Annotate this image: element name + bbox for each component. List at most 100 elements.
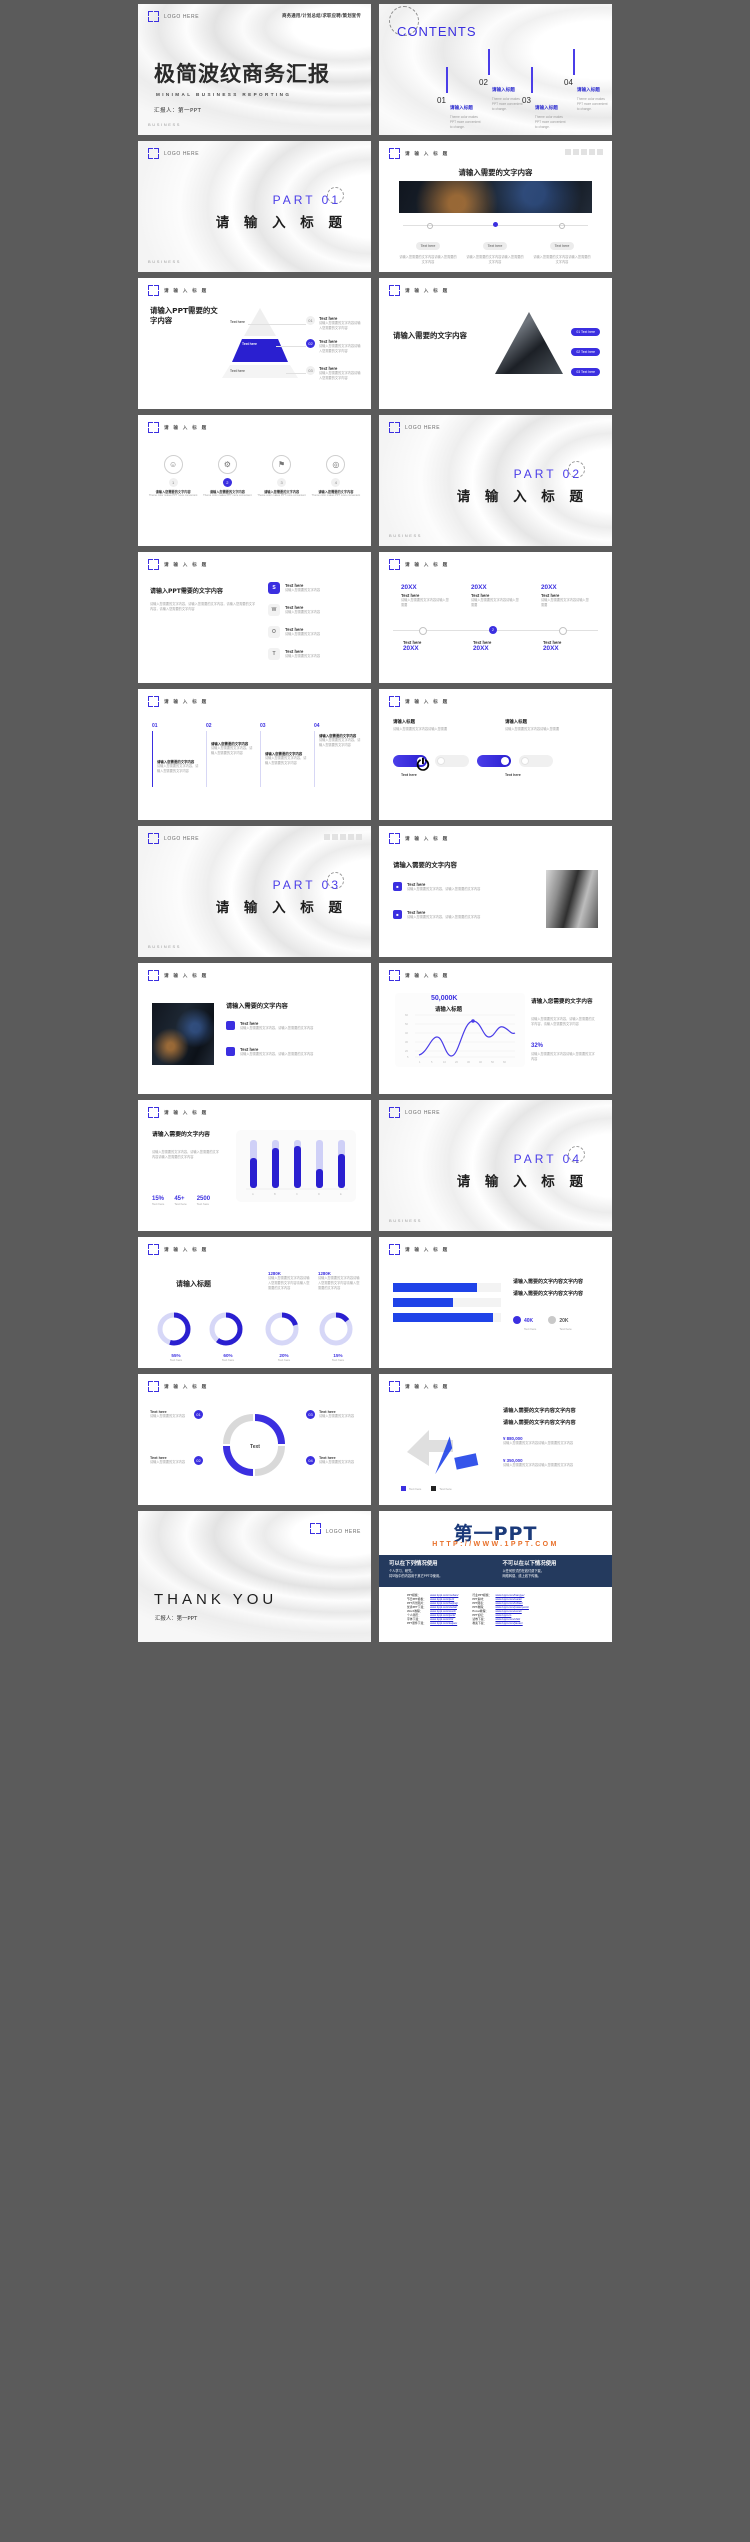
slide-photo-list[interactable]: 请 输 入 标 题 请输入需要的文字内容 Text here 请输入您需要的文字…	[138, 963, 371, 1094]
contents-item-1[interactable]: 01 请输入标题 Theme color makes PPT more conv…	[437, 96, 483, 129]
tag-3[interactable]: 03 Text here	[571, 368, 600, 376]
icon-item-2[interactable]: ⚙ 2 请输入您需要的文字内容 Theme color makes PPT mo…	[201, 455, 253, 498]
toggle-row[interactable]: ⏻	[393, 755, 553, 774]
step-item-1[interactable]: 01 请输入您需要的文字内容 请输入您需要的文字内容，请输入您需要的文字内容	[152, 723, 200, 787]
step-item-4[interactable]: 04 请输入您需要的文字内容 请输入您需要的文字内容，请输入您需要的文字内容	[314, 723, 362, 787]
slide-hbar[interactable]: 请 输 入 标 题 请输入需要的文字内容文字内容 请输入需要的文字内容文字内容 …	[379, 1237, 612, 1368]
timeline-bottom-2[interactable]: Text here 20XX	[473, 640, 521, 652]
cycle-number: 02	[194, 1456, 203, 1465]
slide-steps[interactable]: 请 输 入 标 题 01 请输入您需要的文字内容 请输入您需要的文字内容，请输入…	[138, 689, 371, 820]
contents-item-2[interactable]: 02 请输入标题 Theme color makes PPT more conv…	[479, 78, 525, 111]
cycle-item-3[interactable]: 03 Text here 请输入您需要的文字内容	[306, 1410, 359, 1419]
swot-item-w[interactable]: W Text here 请输入您需要的文字内容	[268, 604, 347, 616]
slide-triangle-photo[interactable]: 请 输 入 标 题 请输入需要的文字内容 01 Text here 02 Tex…	[379, 278, 612, 409]
slide-donuts[interactable]: 请 输 入 标 题 请输入标题 1280K 请输入您需要的文字内容请输入您需要的…	[138, 1237, 371, 1368]
list-item-2[interactable]: Text here 请输入您需要的文字内容，请输入您需要的文字内容	[226, 1047, 338, 1057]
timeline-top-1[interactable]: 20XX Text here 请输入您需要的文字内容请输入您需要	[401, 584, 451, 608]
donut-item-1[interactable]: 55% Text here	[164, 1353, 188, 1362]
tag-list[interactable]: 01 Text here 02 Text here 03 Text here	[571, 320, 600, 378]
step-item-2[interactable]: 02 请输入您需要的文字内容 请输入您需要的文字内容，请输入您需要的文字内容	[206, 723, 254, 787]
header-block: 请 输 入 标 题	[389, 285, 602, 296]
toggle-switch-2[interactable]	[435, 755, 469, 767]
logo-block: LOGO HERE	[389, 422, 602, 433]
row-desc: 请输入您需要的文字内容请输入您需要的文字内容	[319, 371, 361, 380]
cycle-item-4[interactable]: 04 Text here 请输入您需要的文字内容	[306, 1456, 359, 1465]
list-item-1[interactable]: Text here 请输入您需要的文字内容，请输入您需要的文字内容	[226, 1021, 338, 1031]
toggle-switch-3[interactable]	[477, 755, 511, 767]
city-card-2[interactable]: Text here 请输入您需要的文字内容请输入您需要的文字内容	[466, 234, 524, 265]
slide-thank-you[interactable]: LOGO HERE THANK YOU 汇报人：第一PPT	[138, 1511, 371, 1642]
logo-label: LOGO HERE	[164, 835, 200, 842]
icon-item-1[interactable]: ☺ 1 请输入您需要的文字内容 Theme color makes PPT mo…	[147, 455, 199, 498]
pyramid-row-3[interactable]: 03 Text here 请输入您需要的文字内容请输入您需要的文字内容	[306, 366, 363, 381]
slide-city-cards[interactable]: 请 输 入 标 题 请输入需要的文字内容 Text here 请输入您需要的文字…	[379, 141, 612, 272]
slide-copyright[interactable]: 第一PPT HTTP://WWW.1PPT.COM 可以在下列情况使用 个人学习…	[379, 1511, 612, 1642]
toggle-switch-4[interactable]	[519, 755, 553, 767]
bracket-icon	[148, 1107, 159, 1118]
item-desc: 请输入您需要的文字内容，请输入您需要的文字内容	[240, 1026, 314, 1030]
tag-1[interactable]: 01 Text here	[571, 328, 600, 336]
step-desc: 请输入您需要的文字内容，请输入您需要的文字内容	[157, 764, 199, 773]
tag-2[interactable]: 02 Text here	[571, 348, 600, 356]
timeline-top-2[interactable]: 20XX Text here 请输入您需要的文字内容请输入您需要	[471, 584, 521, 608]
slide-contents[interactable]: CONTENTS 01 请输入标题 Theme color makes PPT …	[379, 4, 612, 135]
slide-part-04[interactable]: LOGO HERE PART 04 请 输 入 标 题 BUSINESS	[379, 1100, 612, 1231]
bracket-icon	[389, 833, 400, 844]
list-item-2[interactable]: ■ Text here 请输入您需要的文字内容，请输入您需要的文字内容	[393, 910, 487, 920]
donut-item-3[interactable]: 20% Text here	[272, 1353, 296, 1362]
contents-item-4[interactable]: 04 请输入标题 Theme color makes PPT more conv…	[564, 78, 610, 111]
slide-timeline[interactable]: 请 输 入 标 题 20XX Text here 请输入您需要的文字内容请输入您…	[379, 552, 612, 683]
city-card-1[interactable]: Text here 请输入您需要的文字内容请输入您需要的文字内容	[399, 234, 457, 265]
toggle-switch-1[interactable]: ⏻	[393, 755, 429, 774]
cycle-item-2[interactable]: Text here 请输入您需要的文字内容 02	[150, 1456, 203, 1465]
pyramid-row-2[interactable]: 02 Text here 请输入您需要的文字内容请输入您需要的文字内容	[306, 339, 363, 354]
slide-part-01[interactable]: LOGO HERE PART 01 请 输 入 标 题 BUSINESS	[138, 141, 371, 272]
arrow-title: 请输入需要的文字内容文字内容	[503, 1408, 576, 1414]
header-title: 请 输 入 标 题	[164, 425, 208, 431]
swot-title: 请输入PPT需要的文字内容	[150, 588, 223, 595]
slide-title: 请输入需要的文字内容	[393, 331, 467, 340]
slide-list-photo[interactable]: 请 输 入 标 题 请输入需要的文字内容 ■ Text here 请输入您需要的…	[379, 826, 612, 957]
donut-item-4[interactable]: 15% Text here	[326, 1353, 350, 1362]
bracket-icon	[148, 422, 159, 433]
header-label: 请输入标题	[393, 720, 415, 725]
cycle-item-1[interactable]: Text here 请输入您需要的文字内容 01	[150, 1410, 203, 1419]
slide-title: 请输入需要的文字内容	[152, 1132, 210, 1138]
city-card-3[interactable]: Text here 请输入您需要的文字内容请输入您需要的文字内容	[533, 234, 591, 265]
icon-item-4[interactable]: ◎ 4 请输入您需要的文字内容 Theme color makes PPT mo…	[310, 455, 362, 498]
pyramid-row-1[interactable]: 01 Text here 请输入您需要的文字内容请输入您需要的文字内容	[306, 316, 363, 331]
stat-row: 15% Text here 45+ Text here 2500 Text he…	[152, 1196, 210, 1206]
list-item-1[interactable]: ■ Text here 请输入您需要的文字内容，请输入您需要的文字内容	[393, 882, 487, 892]
timeline-bottom-1[interactable]: Text here 20XX	[403, 640, 451, 652]
contents-item-3[interactable]: 03 请输入标题 Theme color makes PPT more conv…	[522, 96, 568, 129]
svg-text:B: B	[274, 1192, 276, 1196]
site-url[interactable]: HTTP://WWW.1PPT.COM	[379, 1541, 612, 1548]
slide-cover[interactable]: LOGO HERE 商务通用/计划总结/求职应聘/策划宣传 极简波纹商务汇报 M…	[138, 4, 371, 135]
link-url[interactable]: www.1ppt.com/jiaoan/	[493, 1621, 530, 1625]
link-url[interactable]: www.1ppt.com/kejian/	[428, 1621, 460, 1625]
business-tag: BUSINESS	[389, 1218, 423, 1223]
swot-item-t[interactable]: T Text here 请输入您需要的文字内容	[268, 648, 347, 660]
slide-toggles[interactable]: 请 输 入 标 题 请输入标题 请输入您需要的文字内容请输入您需要 请输入标题 …	[379, 689, 612, 820]
timeline-top-3[interactable]: 20XX Text here 请输入您需要的文字内容请输入您需要	[541, 584, 591, 608]
portrait-photo	[546, 870, 598, 928]
timeline-bottom-3[interactable]: Text here 20XX	[543, 640, 591, 652]
header-block: 请 输 入 标 题	[148, 422, 361, 433]
donut-item-2[interactable]: 60% Text here	[216, 1353, 240, 1362]
slide-swot[interactable]: 请 输 入 标 题 请输入PPT需要的文字内容 请输入您需要的文字内容，请输入您…	[138, 552, 371, 683]
gear-icon: ⚙	[217, 455, 237, 474]
slide-part-02[interactable]: LOGO HERE PART 02 请 输 入 标 题 BUSINESS	[379, 415, 612, 546]
cycle-number: 01	[194, 1410, 203, 1419]
slide-cycle[interactable]: 请 输 入 标 题 Text Text here 请输入您需要的文字内容 01 …	[138, 1374, 371, 1505]
slide-line-chart[interactable]: 请 输 入 标 题 50,000K 请输入标题 60 50 40 30 20 5 151…	[379, 963, 612, 1094]
slide-part-03[interactable]: LOGO HERE PART 03 请 输 入 标 题 BUSINESS	[138, 826, 371, 957]
step-item-3[interactable]: 03 请输入您需要的文字内容 请输入您需要的文字内容，请输入您需要的文字内容	[260, 723, 308, 787]
slide-arrow-stats[interactable]: 请 输 入 标 题 请输入需要的文字内容文字内容 请输入需要的文字内容文字内容 …	[379, 1374, 612, 1505]
slide-four-icons[interactable]: 请 输 入 标 题 ☺ 1 请输入您需要的文字内容 Theme color ma…	[138, 415, 371, 546]
cycle-number: 04	[306, 1456, 315, 1465]
swot-item-o[interactable]: O Text here 请输入您需要的文字内容	[268, 626, 347, 638]
icon-item-3[interactable]: ⚑ 3 请输入您需要的文字内容 Theme color makes PPT mo…	[256, 455, 308, 498]
slide-bar-chart[interactable]: 请 输 入 标 题 请输入需要的文字内容 请输入您需要的文字内容，请输入您需要的…	[138, 1100, 371, 1231]
swot-item-s[interactable]: S Text here 请输入您需要的文字内容	[268, 582, 347, 594]
slide-pyramid[interactable]: 请 输 入 标 题 请输入PPT需要的文字内容 Text here Text h…	[138, 278, 371, 409]
